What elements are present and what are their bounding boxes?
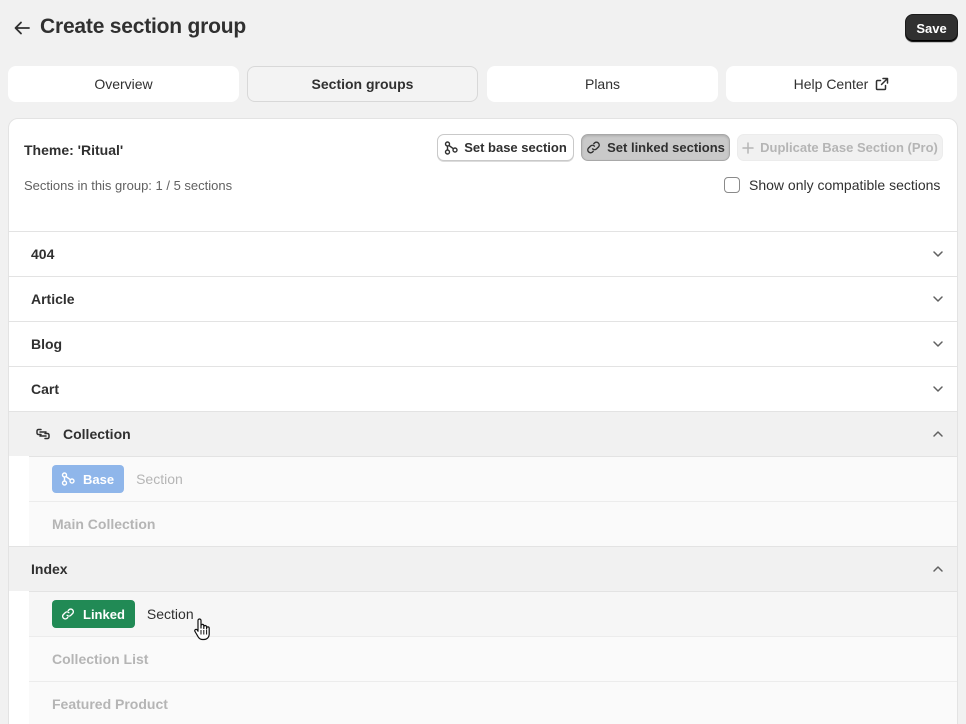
compatible-sections-toggle[interactable]: Show only compatible sections — [724, 177, 940, 193]
duplicate-base-section-button[interactable]: Duplicate Base Section (Pro) — [737, 134, 943, 161]
template-row-index[interactable]: Index — [9, 546, 957, 591]
template-row-collection[interactable]: Collection — [9, 411, 957, 456]
page-header: Create section group Save — [0, 0, 966, 56]
template-row-blog[interactable]: Blog — [9, 321, 957, 366]
tab-section-groups[interactable]: Section groups — [247, 66, 478, 102]
page-title: Create section group — [40, 15, 247, 38]
tab-overview[interactable]: Overview — [8, 66, 239, 102]
tab-plans[interactable]: Plans — [487, 66, 718, 102]
template-row-cart[interactable]: Cart — [9, 366, 957, 411]
linked-badge: Linked — [52, 600, 135, 628]
section-item-featured-product[interactable]: Featured Product — [29, 681, 957, 724]
link-icon — [62, 608, 74, 620]
section-item-main-collection[interactable]: Main Collection — [29, 501, 957, 546]
external-link-icon — [875, 77, 889, 91]
section-item-collection-list[interactable]: Collection List — [29, 636, 957, 681]
section-column-label: Section — [136, 471, 183, 487]
base-badge: Base — [52, 465, 125, 493]
tab-bar: Overview Section groups Plans Help Cente… — [8, 66, 958, 102]
back-button[interactable] — [11, 17, 33, 39]
template-row-404[interactable]: 404 — [9, 231, 957, 276]
section-group-card: Theme: 'Ritual' Sections in this group: … — [8, 118, 958, 724]
chevron-up-icon — [933, 431, 943, 437]
chevron-down-icon — [933, 296, 943, 302]
chevron-down-icon — [933, 386, 943, 392]
compatible-sections-checkbox[interactable] — [724, 177, 740, 193]
chevron-down-icon — [933, 341, 943, 347]
group-count: Sections in this group: 1 / 5 sections — [24, 178, 233, 193]
chevron-down-icon — [933, 251, 943, 257]
section-column-label[interactable]: Section — [147, 606, 194, 622]
save-button[interactable]: Save — [905, 14, 958, 42]
tab-help-center[interactable]: Help Center — [726, 66, 957, 102]
index-section-header: Linked Section — [29, 591, 957, 636]
base-node-icon — [61, 472, 75, 486]
group-link-icon — [35, 426, 51, 442]
template-list: 404 Article Blog Cart Collection Base Se… — [9, 231, 957, 724]
set-linked-sections-button[interactable]: Set linked sections — [581, 134, 730, 161]
collection-section-header: Base Section — [29, 456, 957, 501]
base-node-icon — [444, 140, 458, 155]
theme-title: Theme: 'Ritual' — [24, 142, 124, 158]
set-base-section-button[interactable]: Set base section — [437, 134, 574, 161]
template-row-article[interactable]: Article — [9, 276, 957, 321]
plus-icon — [742, 141, 754, 154]
chevron-up-icon — [933, 566, 943, 572]
hand-pointer-icon — [194, 618, 210, 641]
link-icon — [587, 141, 600, 154]
arrow-left-icon — [14, 21, 30, 35]
